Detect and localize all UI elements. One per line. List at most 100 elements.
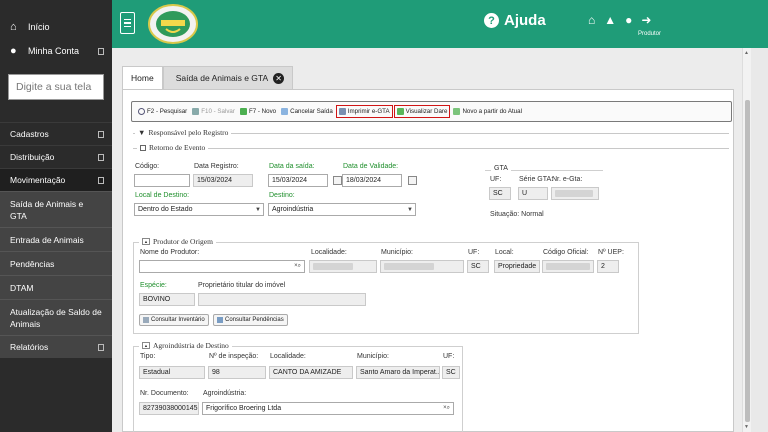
produtor-legend[interactable]: ▲ Produtor de Origem — [139, 237, 216, 246]
sidebar-account-label: Minha Conta — [28, 46, 80, 56]
uf-label: UF: — [468, 249, 480, 256]
sidebar: ⌂ Início ● Minha Conta Digite a sua tela… — [0, 0, 112, 432]
sidebar-home[interactable]: ⌂ Início — [0, 16, 112, 38]
tab-saida-animais[interactable]: Saída de Animais e GTA ✕ — [162, 66, 294, 89]
button-label: Cancelar Saída — [290, 108, 333, 115]
codigo-oficial-field — [542, 260, 594, 273]
button-label: Visualizar Dare — [405, 108, 448, 115]
agro-legend[interactable]: ▲ Agroindústria de Destino — [139, 341, 232, 350]
sidebar-item-movimentacao[interactable]: Movimentação — [0, 168, 112, 191]
agro-uf-label: UF: — [443, 353, 455, 360]
collapse-icon: ▲ — [142, 342, 150, 349]
main-content: Home Saída de Animais e GTA ✕ F2 - Pesqu… — [112, 48, 742, 432]
gta-situacao: Situação: Normal — [490, 211, 544, 218]
print-egta-button[interactable]: Imprimir e-GTA — [335, 105, 393, 118]
button-label: Novo a partir do Atual — [462, 108, 522, 115]
new-from-current-button[interactable]: Novo a partir do Atual — [451, 106, 524, 117]
calendar-icon[interactable] — [333, 176, 342, 185]
sidebar-subitem-dtam[interactable]: DTAM — [0, 275, 112, 299]
codigo-field[interactable] — [134, 174, 190, 187]
view-dare-button[interactable]: Visualizar Dare — [393, 105, 451, 118]
new-button[interactable]: F7 - Novo — [238, 106, 278, 117]
tab-label: Home — [131, 73, 154, 83]
calendar-icon[interactable] — [408, 176, 417, 185]
retorno-evento-checkbox[interactable]: Retorno de Evento — [137, 143, 209, 152]
data-validade-label: Data de Validade: — [343, 163, 399, 170]
sidebar-subitem-atualizacao[interactable]: Atualização de Saldo de Animais — [0, 299, 112, 335]
nome-produtor-field[interactable]: ×⌕ — [139, 260, 305, 273]
sidebar-item-label: Movimentação — [10, 175, 66, 185]
consultar-inventario-button[interactable]: Consultar Inventário — [139, 314, 209, 326]
button-label: F2 - Pesquisar — [147, 108, 188, 115]
input-value: Frigorífico Broering Ltda — [206, 405, 282, 412]
bell-icon[interactable]: ▲ — [604, 13, 616, 27]
tab-home[interactable]: Home — [122, 66, 163, 89]
search-button[interactable]: F2 - Pesquisar — [136, 106, 189, 117]
legend-label: Responsável pelo Registro — [148, 128, 229, 137]
clear-search-icon[interactable]: ×⌕ — [443, 405, 450, 412]
codigo-oficial-label: Código Oficial: — [543, 249, 589, 256]
checkbox-icon — [140, 144, 146, 151]
local-destino-select[interactable]: Dentro do Estado ▼ — [134, 203, 264, 216]
user-icon[interactable]: ● — [625, 13, 632, 27]
logout-icon[interactable]: ➜ — [641, 13, 651, 27]
destino-select[interactable]: Agroindústria ▼ — [268, 203, 416, 216]
copy-icon — [453, 108, 461, 115]
sidebar-subitem-saida[interactable]: Saída de Animais e GTA — [0, 191, 112, 227]
sidebar-item-cadastros[interactable]: Cadastros — [0, 122, 112, 145]
uep-field: 2 — [597, 260, 619, 273]
sidebar-item-relatorios[interactable]: Relatórios — [0, 335, 112, 358]
gta-serie-field: U — [518, 187, 548, 200]
municipio-field — [380, 260, 464, 273]
nr-documento-label: Nr. Documento: — [140, 390, 189, 397]
expand-icon — [98, 343, 104, 351]
select-value: Agroindústria — [272, 206, 314, 213]
sidebar-subitem-entrada[interactable]: Entrada de Animais — [0, 227, 112, 251]
home-icon[interactable]: ⌂ — [588, 13, 595, 27]
sidebar-account[interactable]: ● Minha Conta — [0, 40, 112, 62]
save-button[interactable]: F10 - Salvar — [190, 106, 237, 117]
menu-toggle-button[interactable] — [120, 12, 135, 34]
button-label: F10 - Salvar — [201, 108, 235, 115]
municipio-label: Município: — [381, 249, 413, 256]
clear-search-icon[interactable]: ×⌕ — [294, 263, 301, 270]
responsavel-legend[interactable]: ▼ Responsável pelo Registro — [135, 128, 232, 137]
especie-label: Espécie: — [140, 282, 167, 289]
legend-label: Produtor de Origem — [152, 237, 213, 246]
gta-serie-label: Série GTA: — [519, 176, 554, 183]
sidebar-search-input[interactable]: Digite a sua tela — [8, 74, 104, 100]
local-destino-label: Local de Destino: — [135, 192, 190, 199]
data-registro-field: 15/03/2024 — [193, 174, 253, 187]
cidasc-logo — [148, 4, 198, 44]
agroindustria-label: Agroindústria: — [203, 390, 247, 397]
sidebar-item-label: Relatórios — [10, 342, 49, 352]
nome-produtor-label: Nome do Produtor: — [140, 249, 200, 256]
sidebar-item-label: Cadastros — [10, 129, 49, 139]
help-button[interactable]: ? Ajuda — [484, 12, 546, 29]
tipo-label: Tipo: — [140, 353, 156, 360]
cancel-exit-button[interactable]: Cancelar Saída — [279, 106, 335, 117]
tab-label: Saída de Animais e GTA — [175, 73, 269, 83]
search-icon — [217, 317, 223, 323]
consultar-pendencias-button[interactable]: Consultar Pendências — [213, 314, 288, 326]
situacao-value: Normal — [521, 211, 544, 218]
data-saida-field[interactable]: 15/03/2024 — [268, 174, 328, 187]
data-validade-field[interactable]: 18/03/2024 — [342, 174, 402, 187]
sidebar-subitem-pendencias[interactable]: Pendências — [0, 251, 112, 275]
sidebar-item-distribuicao[interactable]: Distribuição — [0, 145, 112, 168]
button-label: F7 - Novo — [248, 108, 277, 115]
gta-uf-label: UF: — [490, 176, 502, 183]
scrollbar-thumb[interactable] — [745, 100, 750, 422]
localidade-label: Localidade: — [311, 249, 347, 256]
save-icon — [192, 108, 200, 115]
collapse-icon: ▲ — [142, 238, 150, 245]
gta-legend: GTA — [491, 165, 511, 172]
agroindustria-field[interactable]: Frigorífico Broering Ltda ×⌕ — [202, 402, 454, 415]
scroll-down-icon[interactable]: ▼ — [744, 424, 749, 430]
sidebar-item-label: Distribuição — [10, 152, 55, 162]
redacted-value — [546, 263, 590, 270]
expand-icon — [98, 153, 104, 161]
scroll-up-icon[interactable]: ▲ — [744, 50, 749, 56]
close-tab-icon[interactable]: ✕ — [273, 72, 285, 84]
page-scrollbar[interactable]: ▲ ▼ — [742, 48, 751, 432]
